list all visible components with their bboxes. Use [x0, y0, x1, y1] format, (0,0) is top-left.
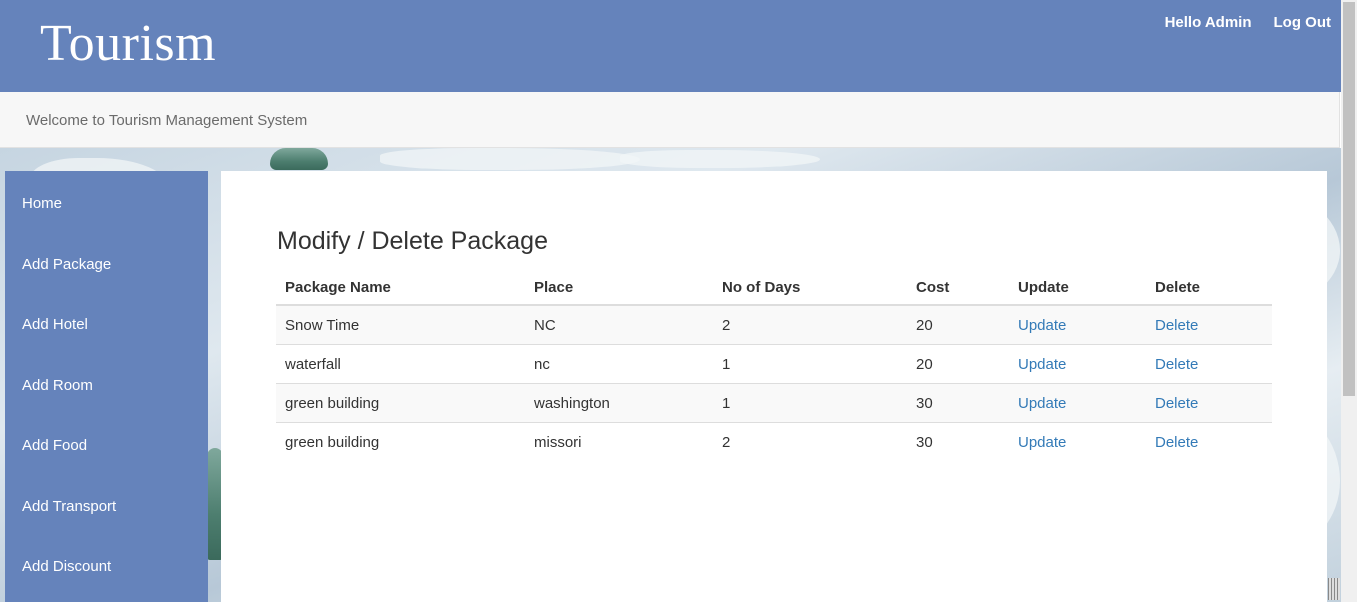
- cost-cell: 30: [907, 383, 1009, 423]
- update-cell: Update: [1009, 304, 1146, 345]
- package-name-cell: waterfall: [276, 344, 525, 384]
- sidebar-item-add-discount[interactable]: Add Discount: [22, 558, 111, 576]
- column-header-update: Update: [1009, 270, 1146, 306]
- delete-cell: Delete: [1146, 344, 1272, 384]
- delete-link[interactable]: Delete: [1155, 395, 1198, 412]
- days-cell: 2: [713, 304, 907, 345]
- package-name-cell: green building: [276, 422, 525, 461]
- update-link[interactable]: Update: [1018, 434, 1066, 451]
- sidebar-item-add-hotel[interactable]: Add Hotel: [22, 316, 88, 334]
- welcome-bar: Welcome to Tourism Management System: [0, 92, 1340, 148]
- table-row: Snow Time NC 2 20 Update Delete: [276, 304, 1272, 345]
- delete-cell: Delete: [1146, 304, 1272, 345]
- hello-admin-link[interactable]: Hello Admin: [1165, 14, 1252, 32]
- place-cell: NC: [525, 304, 713, 345]
- days-cell: 2: [713, 422, 907, 461]
- vertical-scrollbar[interactable]: [1341, 0, 1357, 602]
- top-nav-links: Hello Admin Log Out: [1165, 14, 1331, 32]
- table-header-row: Package Name Place No of Days Cost Updat…: [276, 270, 1272, 306]
- welcome-text: Welcome to Tourism Management System: [26, 112, 308, 129]
- scrollbar-thumb[interactable]: [1343, 2, 1355, 396]
- package-name-cell: Snow Time: [276, 304, 525, 345]
- update-link[interactable]: Update: [1018, 356, 1066, 373]
- delete-link[interactable]: Delete: [1155, 356, 1198, 373]
- sidebar-item-add-transport[interactable]: Add Transport: [22, 498, 116, 516]
- sidebar-item-add-room[interactable]: Add Room: [22, 377, 93, 395]
- brand-logo[interactable]: Tourism: [40, 14, 216, 74]
- place-cell: nc: [525, 344, 713, 384]
- sidebar: Home Add Package Add Hotel Add Room Add …: [5, 171, 208, 602]
- column-header-place: Place: [525, 270, 713, 306]
- sidebar-item-add-food[interactable]: Add Food: [22, 437, 87, 455]
- table-row: green building missori 2 30 Update Delet…: [276, 422, 1272, 461]
- delete-link[interactable]: Delete: [1155, 434, 1198, 451]
- delete-link[interactable]: Delete: [1155, 317, 1198, 334]
- page: Tourism Hello Admin Log Out Welcome to T…: [0, 0, 1357, 602]
- update-link[interactable]: Update: [1018, 317, 1066, 334]
- update-link[interactable]: Update: [1018, 395, 1066, 412]
- sidebar-item-add-package[interactable]: Add Package: [22, 256, 111, 274]
- page-title: Modify / Delete Package: [277, 227, 548, 255]
- resize-grip-icon[interactable]: [1328, 578, 1340, 600]
- sidebar-item-home[interactable]: Home: [22, 195, 62, 213]
- delete-cell: Delete: [1146, 422, 1272, 461]
- top-navbar: Tourism Hello Admin Log Out: [0, 0, 1341, 92]
- cost-cell: 20: [907, 344, 1009, 384]
- column-header-cost: Cost: [907, 270, 1009, 306]
- place-cell: washington: [525, 383, 713, 423]
- update-cell: Update: [1009, 383, 1146, 423]
- column-header-days: No of Days: [713, 270, 907, 306]
- days-cell: 1: [713, 344, 907, 384]
- column-header-package-name: Package Name: [276, 270, 525, 306]
- table-row: waterfall nc 1 20 Update Delete: [276, 344, 1272, 384]
- column-header-delete: Delete: [1146, 270, 1272, 306]
- main-panel: Modify / Delete Package Package Name Pla…: [221, 171, 1327, 602]
- delete-cell: Delete: [1146, 383, 1272, 423]
- package-table: Package Name Place No of Days Cost Updat…: [276, 270, 1272, 461]
- package-name-cell: green building: [276, 383, 525, 423]
- place-cell: missori: [525, 422, 713, 461]
- update-cell: Update: [1009, 422, 1146, 461]
- days-cell: 1: [713, 383, 907, 423]
- table-row: green building washington 1 30 Update De…: [276, 383, 1272, 423]
- cost-cell: 30: [907, 422, 1009, 461]
- update-cell: Update: [1009, 344, 1146, 384]
- cost-cell: 20: [907, 304, 1009, 345]
- logout-link[interactable]: Log Out: [1274, 14, 1331, 32]
